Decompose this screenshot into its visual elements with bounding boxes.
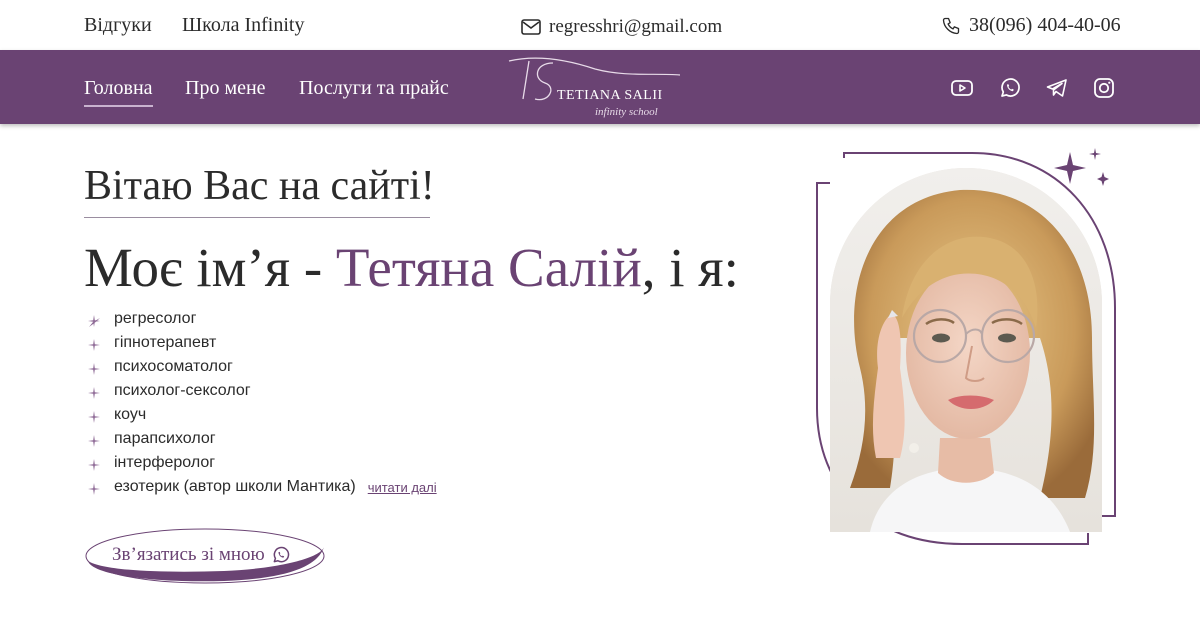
star-bullet-icon: [88, 459, 100, 471]
intro-prefix: Моє ім’я -: [84, 237, 336, 298]
whatsapp-icon[interactable]: [998, 76, 1022, 100]
list-item: інтерферолог: [86, 451, 437, 475]
person-name: Тетяна Салій: [335, 237, 642, 298]
star-bullet-icon: [88, 483, 100, 495]
star-bullet-icon: [88, 363, 100, 375]
phone-icon: [942, 17, 960, 34]
star-bullet-icon: [88, 387, 100, 399]
contact-button[interactable]: Зв’язатись зі мною: [112, 544, 291, 566]
youtube-icon[interactable]: [950, 76, 974, 100]
intro-suffix: , і я:: [641, 237, 739, 298]
star-bullet-icon: [88, 339, 100, 351]
intro-heading: Моє ім’я - Тетяна Салій, і я:: [84, 236, 739, 299]
portrait-illustration: [830, 168, 1102, 532]
whatsapp-icon: [273, 546, 290, 563]
email-contact[interactable]: regresshri@gmail.com: [521, 16, 722, 38]
portrait-photo: [830, 168, 1102, 532]
list-item: коуч: [86, 403, 437, 427]
welcome-heading: Вітаю Вас на сайті!: [84, 163, 435, 209]
telegram-icon[interactable]: [1045, 76, 1069, 100]
site-logo[interactable]: TS TETIANA SALII infinity school: [505, 53, 700, 123]
phone-contact[interactable]: 38(096) 404-40-06: [941, 14, 1121, 37]
star-bullet-icon: [88, 315, 100, 327]
main-nav: Головна Про мене Послуги та прайс TS TET…: [0, 50, 1200, 124]
roles-list: регресолог гіпнотерапевт психосоматолог …: [86, 307, 437, 499]
list-item: регресолог: [86, 307, 437, 331]
read-more-link[interactable]: читати далі: [368, 480, 437, 495]
instagram-icon[interactable]: [1092, 76, 1116, 100]
nav-home[interactable]: Головна: [84, 77, 153, 107]
list-item: психосоматолог: [86, 355, 437, 379]
logo-name: TETIANA SALII: [557, 88, 663, 103]
email-text: regresshri@gmail.com: [549, 16, 723, 37]
star-bullet-icon: [88, 435, 100, 447]
phone-text: 38(096) 404-40-06: [969, 14, 1121, 36]
list-item: гіпнотерапевт: [86, 331, 437, 355]
contact-button-label: Зв’язатись зі мною: [112, 544, 265, 565]
logo-tagline: infinity school: [595, 106, 658, 118]
top-bar: Відгуки Школа Infinity regresshri@gmail.…: [0, 0, 1200, 50]
infinity-school-link[interactable]: Школа Infinity: [182, 14, 304, 37]
welcome-underline: [84, 217, 430, 218]
star-bullet-icon: [88, 411, 100, 423]
mail-icon: [521, 19, 541, 35]
list-item: парапсихолог: [86, 427, 437, 451]
list-item: езотерик (автор школи Мантика) читати дал…: [86, 475, 437, 499]
list-item: психолог-сексолог: [86, 379, 437, 403]
nav-about[interactable]: Про мене: [185, 77, 266, 100]
nav-services[interactable]: Послуги та прайс: [299, 77, 449, 100]
reviews-link[interactable]: Відгуки: [84, 14, 152, 37]
